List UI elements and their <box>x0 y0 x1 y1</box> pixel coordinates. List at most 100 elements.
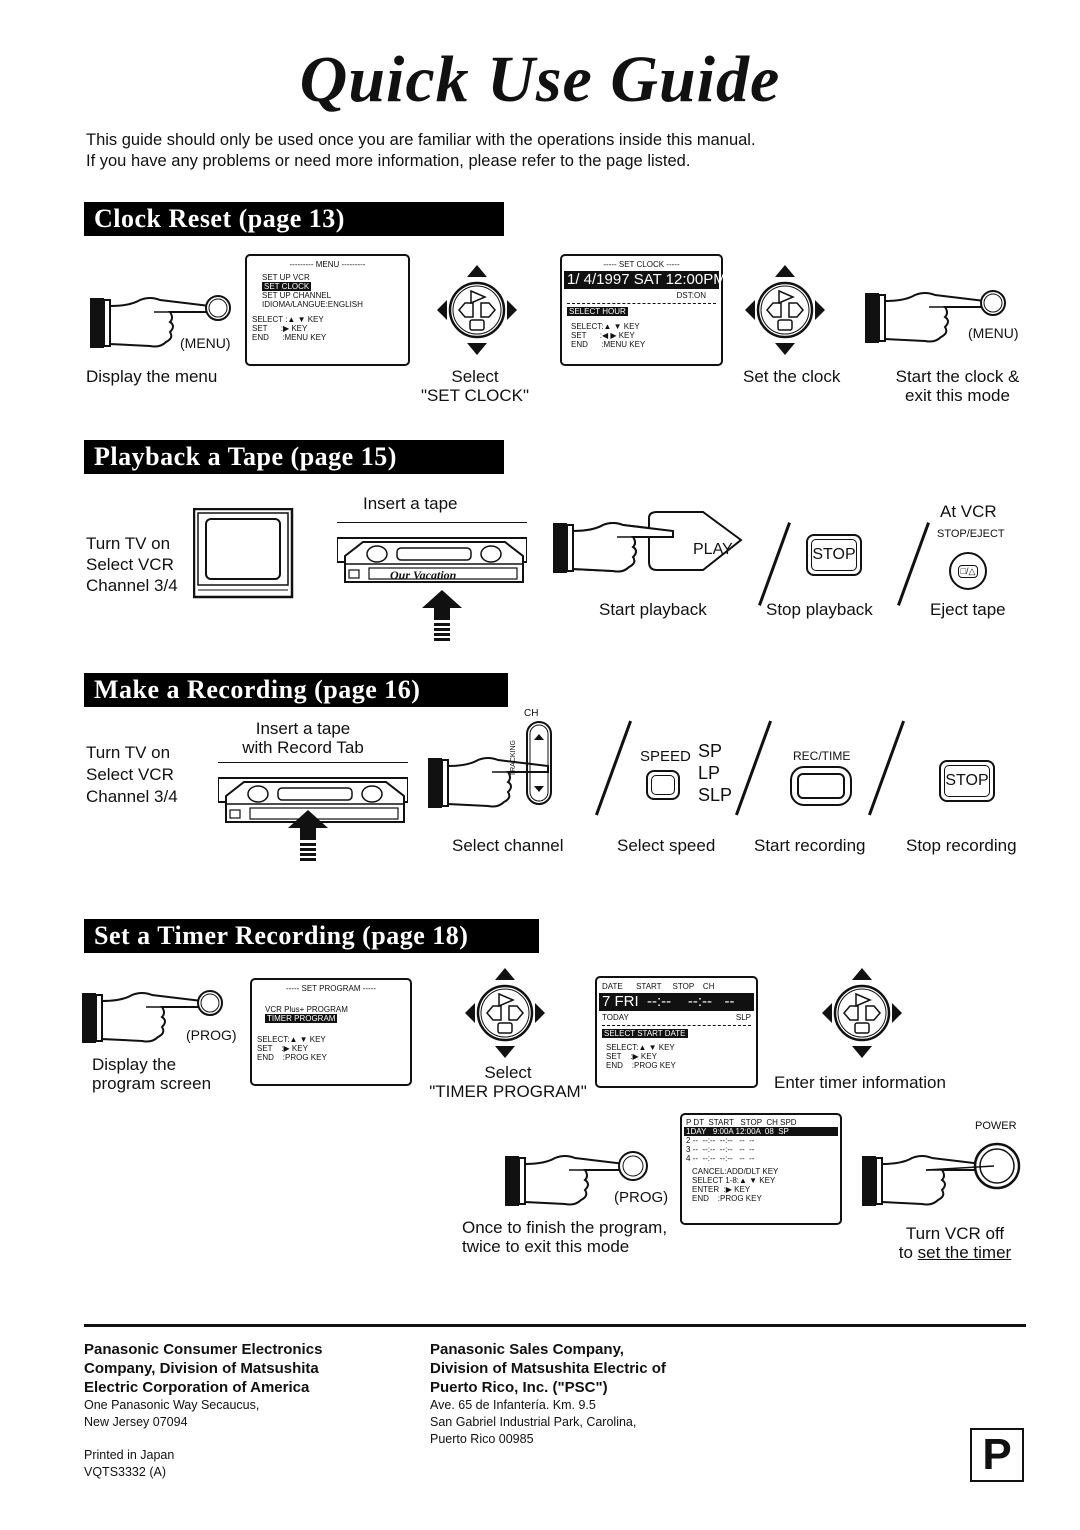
osd-header: ----- SET CLOCK ----- <box>603 260 680 269</box>
company-name-line: Electric Corporation of America <box>84 1379 310 1396</box>
osd-key-hint: SELECT:▲ ▼ KEY <box>257 1035 326 1044</box>
step-select-timer-program: Select "TIMER PROGRAM" <box>428 1063 588 1101</box>
divider-slash <box>734 720 773 816</box>
insert-arrow-icon <box>422 590 462 641</box>
step-select-set-clock: Select "SET CLOCK" <box>400 367 550 405</box>
caption-line: program screen <box>92 1074 212 1093</box>
section-heading-clock-reset: Clock Reset (page 13) <box>84 202 504 236</box>
p-badge: P <box>970 1428 1024 1482</box>
osd-program-row: 2 -- --:-- --:-- -- -- <box>686 1136 755 1145</box>
intro-line: If you have any problems or need more in… <box>86 152 691 170</box>
osd-status: SELECT START DATE <box>602 1029 688 1038</box>
osd-menu-item: VCR Plus+ PROGRAM <box>265 1005 348 1014</box>
osd-set-program-screen: ----- SET PROGRAM ----- VCR Plus+ PROGRA… <box>250 978 412 1086</box>
osd-key-hint: SELECT:▲ ▼ KEY <box>606 1043 675 1052</box>
osd-program-list-screen: P DT START STOP CH SPD 1DAY 9:00A 12:00A… <box>680 1113 842 1225</box>
osd-key-hint: SET :▶ KEY <box>606 1052 657 1061</box>
osd-key-hint: CANCEL:ADD/DLT KEY <box>692 1167 779 1176</box>
footer-rule <box>84 1324 1026 1327</box>
caption-line: Display the <box>92 1055 177 1074</box>
osd-header: P DT START STOP CH SPD <box>686 1118 797 1127</box>
stop-button-label: STOP <box>944 765 990 797</box>
section-heading-timer-recording: Set a Timer Recording (page 18) <box>84 919 539 953</box>
power-label: POWER <box>975 1120 1017 1132</box>
company-name-line: Division of Matsushita Electric of <box>430 1360 666 1377</box>
section-heading-recording: Make a Recording (page 16) <box>84 673 508 707</box>
caption-line: Channel 3/4 <box>86 787 178 806</box>
address-line: New Jersey 07094 <box>84 1415 188 1429</box>
footer-company-us: Panasonic Consumer Electronics Company, … <box>84 1340 322 1481</box>
osd-key-hint: SET :◀ ▶ KEY <box>571 331 635 340</box>
osd-start-date-screen: DATE START STOP CH 7 FRI --:-- --:-- -- … <box>595 976 758 1088</box>
address-line: Ave. 65 de Infantería. Km. 9.5 <box>430 1398 596 1412</box>
tv-instructions: Turn TV on Select VCR Channel 3/4 <box>86 533 178 596</box>
address-line: San Gabriel Industrial Park, Carolina, <box>430 1415 637 1429</box>
osd-program-row: 4 -- --:-- --:-- -- -- <box>686 1154 755 1163</box>
caption-line: Select VCR <box>86 555 174 574</box>
osd-key-hint: END :MENU KEY <box>252 333 327 342</box>
step-display-menu: Display the menu <box>86 367 218 386</box>
caption-line: twice to exit this mode <box>462 1237 630 1256</box>
address-line: Puerto Rico 00985 <box>430 1432 534 1446</box>
caption-line: with Record Tab <box>242 738 364 757</box>
prog-button-label: (PROG) <box>186 1027 237 1043</box>
channel-rocker-icon <box>526 721 552 805</box>
speed-option: LP <box>698 763 721 783</box>
insert-arrow-icon <box>288 810 328 861</box>
osd-key-hint: END :MENU KEY <box>571 340 646 349</box>
company-name-line: Puerto Rico, Inc. ("PSC") <box>430 1379 608 1396</box>
dpad-icon <box>822 968 902 1058</box>
hand-pressing-channel-icon <box>428 757 549 809</box>
caption-line: Start the clock & <box>895 367 1020 386</box>
osd-header: --------- MENU --------- <box>289 260 366 269</box>
osd-key-hint: SELECT:▲ ▼ KEY <box>571 322 640 331</box>
dpad-icon <box>437 265 517 355</box>
company-name-line: Company, Division of Matsushita <box>84 1360 319 1377</box>
speed-button-icon <box>646 770 680 800</box>
caption-line: exit this mode <box>905 386 1010 405</box>
tape-label: Our Vacation <box>390 568 457 582</box>
osd-key-hint: END :PROG KEY <box>692 1194 762 1203</box>
stop-button-label: STOP <box>811 539 857 571</box>
caption-select-speed: Select speed <box>617 836 716 855</box>
eject-glyph: □/△ <box>957 564 979 578</box>
caption-stop-recording: Stop recording <box>906 836 1017 855</box>
stop-button-icon: STOP <box>939 760 995 802</box>
intro-text: This guide should only be used once you … <box>86 130 756 172</box>
osd-status: SELECT HOUR <box>567 307 628 316</box>
caption-emphasis: set the timer <box>917 1243 1012 1262</box>
osd-key-hint: SET :▶ KEY <box>257 1044 308 1053</box>
hand-pressing-power-icon <box>862 1142 1021 1207</box>
caption-line: "TIMER PROGRAM" <box>429 1082 587 1101</box>
divider-slash <box>897 522 930 606</box>
osd-program-row-selected: 1DAY 9:00A 12:00A 08 SP <box>684 1127 838 1136</box>
tv-icon <box>193 508 294 599</box>
caption-text: to <box>898 1243 918 1262</box>
osd-today: TODAY <box>602 1013 629 1022</box>
osd-menu-item: IDIOMA/LANGUE:ENGLISH <box>262 300 363 309</box>
divider-slash <box>758 522 791 606</box>
tracking-label: TRACKING <box>510 740 517 777</box>
step-set-clock: Set the clock <box>743 367 841 386</box>
caption-start-recording: Start recording <box>754 836 866 855</box>
osd-menu-item-selected: TIMER PROGRAM <box>265 1014 338 1023</box>
osd-dst: DST:ON <box>676 291 706 300</box>
osd-key-hint: END :PROG KEY <box>606 1061 676 1070</box>
divider-slash <box>867 720 906 816</box>
insert-tape-label: Insert a tape <box>363 494 458 513</box>
speed-option: SP <box>698 741 723 761</box>
osd-set-clock-screen: ----- SET CLOCK ----- 1/ 4/1997 SAT 12:0… <box>560 254 726 366</box>
rec-time-label: REC/TIME <box>793 749 851 763</box>
caption-line: Once to finish the program, <box>462 1218 668 1237</box>
caption-line: Turn VCR off <box>905 1224 1005 1243</box>
divider-slash <box>594 720 633 816</box>
osd-header: DATE START STOP CH <box>602 982 715 991</box>
osd-key-hint: SELECT :▲ ▼ KEY <box>252 315 324 324</box>
model-code: VQTS3332 (A) <box>84 1465 166 1479</box>
osd-speed: SLP <box>735 1013 751 1022</box>
at-vcr-label: At VCR <box>940 502 997 521</box>
osd-header: ----- SET PROGRAM ----- <box>285 984 377 993</box>
dpad-icon <box>745 265 825 355</box>
address-line: One Panasonic Way Secaucus, <box>84 1398 260 1412</box>
caption-line: "SET CLOCK" <box>420 386 530 405</box>
